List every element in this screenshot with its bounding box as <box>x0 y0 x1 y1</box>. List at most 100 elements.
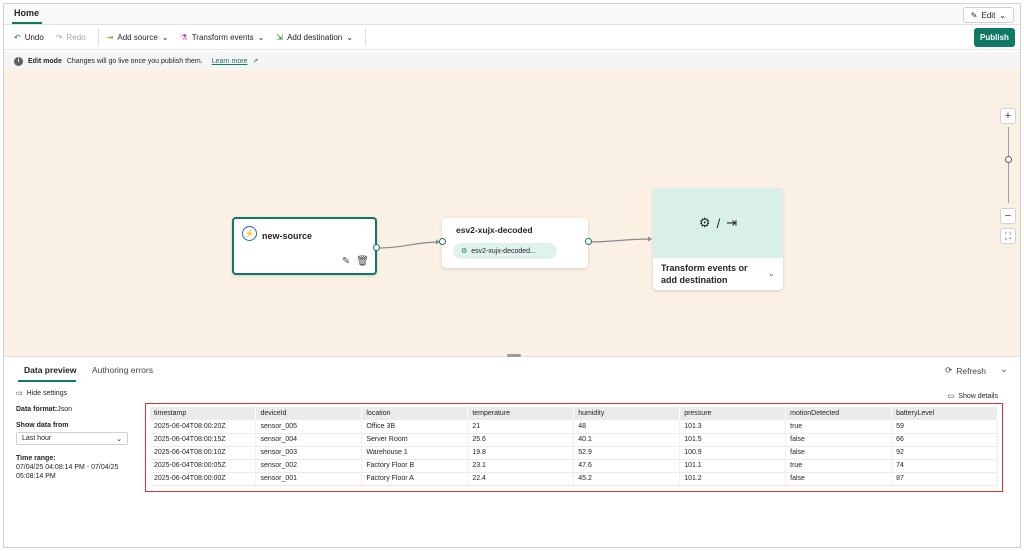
redo-button[interactable]: ↷ Redo <box>56 28 86 46</box>
tab-bar: Home ✎ Edit ⌄ <box>4 4 1020 25</box>
redo-label: Redo <box>66 32 86 42</box>
collapse-panel-chevron-icon[interactable]: ⌄ <box>1000 364 1008 375</box>
column-header-temperature[interactable]: temperature <box>467 407 575 420</box>
table-cell: 22.4 <box>467 472 575 486</box>
table-cell: 59 <box>891 420 998 434</box>
column-header-pressure[interactable]: pressure <box>679 407 787 420</box>
column-header-batterylevel[interactable]: batteryLevel <box>891 407 998 420</box>
slash-separator: / <box>716 215 721 231</box>
table-cell: false <box>785 433 893 447</box>
edit-pencil-icon[interactable]: ✎ <box>342 256 350 267</box>
stream-chip-label: esv2-xujx-decoded... <box>471 247 536 255</box>
column-header-timestamp[interactable]: timestamp <box>150 407 257 420</box>
show-details-label: Show details <box>958 392 998 400</box>
undo-icon: ↶ <box>14 32 21 42</box>
hide-settings-label: Hide settings <box>26 389 68 397</box>
table-cell: 2025-06-04T08:00:20Z <box>150 420 257 434</box>
table-cell: 92 <box>891 446 998 460</box>
splitter-handle[interactable] <box>507 354 521 357</box>
data-format-label: Data format: <box>16 406 58 413</box>
table-cell: sensor_004 <box>255 433 363 447</box>
info-icon: i <box>14 56 23 66</box>
table-cell: 23.1 <box>467 459 575 473</box>
show-data-from-value: Last hour <box>22 435 52 442</box>
undo-button[interactable]: ↶ Undo <box>14 28 44 46</box>
table-row: 2025-06-04T08:00:00Z sensor_001 Factory … <box>150 472 998 486</box>
table-cell: sensor_005 <box>255 420 363 434</box>
stream-node-title: esv2-xujx-decoded <box>456 225 533 235</box>
fit-view-button[interactable]: ⛶ <box>1000 228 1016 244</box>
destination-node[interactable]: ⚙ / ⇥ Transform events or add destinatio… <box>653 188 783 290</box>
table-cell: sensor_003 <box>255 446 363 460</box>
table-cell: Factory Floor B <box>361 459 469 473</box>
hide-settings-button[interactable]: ▭ Hide settings <box>16 389 134 398</box>
destination-node-header: ⚙ / ⇥ <box>653 188 783 258</box>
preview-settings: ▭ Hide settings Data format:Json Show da… <box>16 389 134 481</box>
table-cell: 101.2 <box>679 472 787 486</box>
edit-button[interactable]: ✎ Edit ⌄ <box>962 7 1014 23</box>
source-node-actions: ✎ 🗑 <box>342 256 369 267</box>
undo-label: Undo <box>24 32 44 42</box>
source-node[interactable]: ⚡ new-source ✎ 🗑 <box>232 217 377 275</box>
external-link-icon: ↗ <box>252 58 259 65</box>
table-cell: 2025-06-04T08:00:05Z <box>150 459 257 473</box>
source-output-port[interactable] <box>373 244 380 251</box>
zoom-out-button[interactable]: − <box>1000 208 1016 224</box>
refresh-button[interactable]: ⟳ Refresh <box>945 365 986 376</box>
transform-events-button[interactable]: ⚗ Transform events ⌄ <box>181 28 265 46</box>
table-cell: Factory Floor A <box>361 472 469 486</box>
tab-data-preview[interactable]: Data preview <box>24 365 76 375</box>
show-data-from-label: Show data from <box>16 422 69 429</box>
banner-title: Edit mode <box>28 57 62 65</box>
show-details-button[interactable]: ▭ Show details <box>948 392 998 401</box>
stream-output-port[interactable] <box>585 238 592 245</box>
column-header-deviceid[interactable]: deviceId <box>255 407 363 420</box>
add-source-icon: ⇥ <box>106 32 114 42</box>
chevron-down-icon[interactable]: ⌄ <box>767 268 775 279</box>
toolbar-divider <box>97 28 99 46</box>
stream-input-port[interactable] <box>439 238 446 245</box>
table-row: 2025-06-04T08:00:20Z sensor_005 Office 3… <box>150 420 998 434</box>
table-cell: 101.3 <box>679 420 787 434</box>
publish-button[interactable]: Publish <box>974 28 1015 47</box>
tab-home[interactable]: Home <box>14 8 39 18</box>
destination-icon: ⇥ <box>726 215 738 230</box>
source-icon: ⚡ <box>242 226 257 241</box>
add-source-button[interactable]: ⇥ Add source ⌄ <box>107 28 169 46</box>
add-source-label: Add source <box>117 32 158 42</box>
learn-more-link[interactable]: Learn more <box>212 58 248 65</box>
zoom-slider-track[interactable] <box>1008 127 1009 203</box>
table-row: 2025-06-04T08:00:05Z sensor_002 Factory … <box>150 459 998 473</box>
edit-mode-banner: i Edit mode Changes will go live once yo… <box>4 52 1020 70</box>
flow-edges <box>378 236 652 249</box>
refresh-label: Refresh <box>956 365 986 376</box>
tab-authoring-errors[interactable]: Authoring errors <box>92 365 153 375</box>
show-data-from-select[interactable]: Last hour ⌄ <box>16 432 128 445</box>
table-cell: 87 <box>891 472 998 486</box>
column-header-location[interactable]: location <box>361 407 469 420</box>
table-cell: true <box>785 420 893 434</box>
panel-toggle-icon: ▭ <box>16 390 23 397</box>
column-header-humidity[interactable]: humidity <box>573 407 681 420</box>
table-row: 2025-06-04T08:00:10Z sensor_003 Warehous… <box>150 446 998 460</box>
transform-icon: ⚗ <box>180 32 188 42</box>
zoom-in-button[interactable]: + <box>1000 108 1016 124</box>
table-cell: 66 <box>891 433 998 447</box>
edit-label: Edit <box>981 10 996 20</box>
table-cell: false <box>785 446 893 460</box>
delete-trash-icon[interactable]: 🗑 <box>356 256 369 267</box>
edge-source-to-stream <box>378 241 441 249</box>
flow-canvas[interactable]: ⚡ new-source ✎ 🗑 esv2-xujx-decoded ⚙ esv… <box>4 70 1020 356</box>
column-header-motiondetected[interactable]: motionDetected <box>785 407 893 420</box>
zoom-slider-thumb[interactable] <box>1005 156 1012 163</box>
stream-node[interactable]: esv2-xujx-decoded ⚙ esv2-xujx-decoded... <box>442 218 588 268</box>
edge-stream-to-destination <box>587 238 652 243</box>
add-destination-button[interactable]: ⇲ Add destination ⌄ <box>276 28 353 46</box>
add-destination-label: Add destination <box>287 32 343 42</box>
table-cell: false <box>785 472 893 486</box>
transform-icon: ⚙ <box>698 215 711 230</box>
table-cell: 19.8 <box>467 446 575 460</box>
table-cell: true <box>785 459 893 473</box>
source-node-title: new-source <box>262 231 313 241</box>
stream-chip[interactable]: ⚙ esv2-xujx-decoded... <box>453 243 557 259</box>
